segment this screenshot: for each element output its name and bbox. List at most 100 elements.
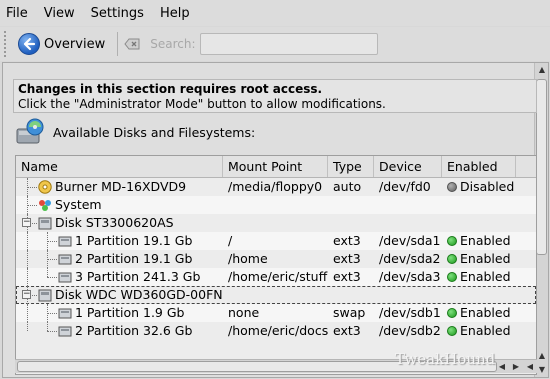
optical-drive-icon [38, 180, 52, 194]
row-name: 1 Partition 1.9 Gb [75, 305, 185, 320]
row-name: Burner MD-16XDVD9 [55, 179, 187, 194]
row-mount-point: /home [228, 251, 268, 266]
collapse-icon[interactable]: − [22, 290, 31, 299]
overview-label: Overview [44, 36, 106, 52]
menu-bar: File View Settings Help [0, 0, 550, 26]
toolbar-grip[interactable] [4, 31, 8, 57]
enabled-label: Disabled [460, 179, 515, 194]
tree-row[interactable]: − Disk WDC WD360GD-00FN [16, 286, 536, 304]
partition-icon [58, 326, 72, 337]
tree-branch-line [47, 259, 57, 260]
disks-header: Available Disks and Filesystems: [15, 117, 255, 147]
partition-icon [58, 272, 72, 283]
row-enabled: Enabled [442, 268, 522, 286]
column-header-mount-point[interactable]: Mount Point [223, 156, 328, 177]
partition-icon [58, 254, 72, 265]
column-header-type[interactable]: Type [328, 156, 374, 177]
enabled-status-icon [447, 236, 457, 246]
scroll-down-icon[interactable]: ▼ [535, 363, 549, 377]
row-type: ext3 [333, 233, 361, 248]
disks-title: Available Disks and Filesystems: [53, 124, 256, 140]
overview-button[interactable]: Overview [14, 30, 109, 58]
tree-branch-line [27, 250, 28, 268]
name-cell: − Disk ST3300620AS [16, 214, 223, 232]
tree-row[interactable]: 3 Partition 241.3 Gb/home/eric/stuff ext3… [16, 268, 536, 286]
tree-row[interactable]: System [16, 196, 536, 214]
row-device: /dev/sda1 [379, 233, 441, 248]
row-mount-point [223, 214, 328, 232]
clear-search-icon[interactable] [124, 38, 140, 50]
row-enabled [442, 286, 522, 304]
scroll-left-icon[interactable]: ◀ [495, 360, 509, 373]
row-type [328, 196, 374, 214]
tree-row[interactable]: − Disk ST3300620AS [16, 214, 536, 232]
row-enabled [442, 196, 522, 214]
name-cell: 1 Partition 19.1 Gb [16, 232, 223, 250]
row-enabled: Enabled [442, 304, 522, 322]
column-header-name[interactable]: Name [16, 156, 223, 177]
menu-file[interactable]: File [6, 6, 28, 21]
tree-body: Burner MD-16XDVD9/media/floppy0 auto/dev/… [16, 178, 536, 340]
tree-row[interactable]: 2 Partition 32.6 Gb/home/eric/docs ext3/d… [16, 322, 536, 340]
row-type: ext3 [333, 269, 361, 284]
tree-row[interactable]: Burner MD-16XDVD9/media/floppy0 auto/dev/… [16, 178, 536, 196]
tree-branch-line [27, 304, 28, 322]
enabled-status-icon [447, 272, 457, 282]
scroll-left-end-icon[interactable]: ◀ [523, 360, 537, 373]
partition-icon [58, 236, 72, 247]
scrollbar-thumb[interactable] [536, 79, 547, 255]
tree-row[interactable]: 1 Partition 1.9 Gb none swap/dev/sdb1 Enabl… [16, 304, 536, 322]
name-cell: System [16, 196, 223, 214]
enabled-label: Enabled [460, 305, 511, 320]
row-enabled: Disabled [442, 178, 522, 196]
row-enabled: Enabled [442, 232, 522, 250]
scroll-right-icon[interactable]: ▶ [509, 360, 523, 373]
column-header-device[interactable]: Device [374, 156, 442, 177]
row-enabled: Enabled [442, 250, 522, 268]
row-type [328, 214, 374, 232]
row-name: 3 Partition 241.3 Gb [75, 269, 201, 284]
tree-header: Name Mount Point Type Device Enabled [16, 156, 536, 178]
disabled-status-icon [447, 182, 457, 192]
tree-branch-line [27, 232, 28, 250]
row-device: /dev/sdb1 [379, 305, 441, 320]
row-type [328, 286, 374, 304]
enabled-status-icon [447, 308, 457, 318]
hard-disk-icon [38, 217, 52, 230]
name-cell: 3 Partition 241.3 Gb [16, 268, 223, 286]
root-access-notice: Changes in this section requires root ac… [13, 79, 537, 113]
name-cell: − Disk WDC WD360GD-00FN [16, 286, 223, 304]
enabled-label: Enabled [460, 323, 511, 338]
collapse-icon[interactable]: − [22, 218, 31, 227]
name-cell: 2 Partition 32.6 Gb [16, 322, 223, 340]
menu-help[interactable]: Help [160, 6, 190, 21]
toolbar-separator [117, 32, 119, 56]
tree-branch-line [27, 268, 28, 286]
tree-row[interactable]: 1 Partition 19.1 Gb / ext3/dev/sda1 Enabled [16, 232, 536, 250]
row-enabled [442, 214, 522, 232]
row-type: swap [333, 305, 366, 320]
tree-branch-line [27, 322, 28, 331]
tree-row[interactable]: 2 Partition 19.1 Gb/home ext3/dev/sda2 Ena… [16, 250, 536, 268]
scroll-up-bottom-icon[interactable]: ▲ [535, 349, 549, 363]
tree-branch-line [47, 268, 48, 277]
disks-tree[interactable]: Name Mount Point Type Device Enabled Bur… [15, 155, 537, 375]
name-cell: Burner MD-16XDVD9 [16, 178, 223, 196]
tree-branch-line [27, 205, 37, 206]
enabled-label: Enabled [460, 269, 511, 284]
row-type: ext3 [333, 251, 361, 266]
content-panel: ▲ ▲ ▼ Changes in this section requires r… [2, 62, 549, 378]
row-name: Disk WDC WD360GD-00FN [55, 287, 223, 302]
row-name: System [55, 197, 102, 212]
menu-settings[interactable]: Settings [91, 6, 144, 21]
row-device: /dev/sdb2 [379, 323, 441, 338]
menu-view[interactable]: View [44, 6, 75, 21]
search-input[interactable] [199, 33, 378, 55]
search-label: Search: [150, 37, 196, 51]
scroll-up-icon[interactable]: ▲ [535, 63, 549, 77]
row-device [374, 214, 442, 232]
row-name: 2 Partition 32.6 Gb [75, 323, 193, 338]
column-header-enabled[interactable]: Enabled [442, 156, 516, 177]
row-device: /dev/sda2 [379, 251, 441, 266]
tree-branch-line [27, 187, 37, 188]
